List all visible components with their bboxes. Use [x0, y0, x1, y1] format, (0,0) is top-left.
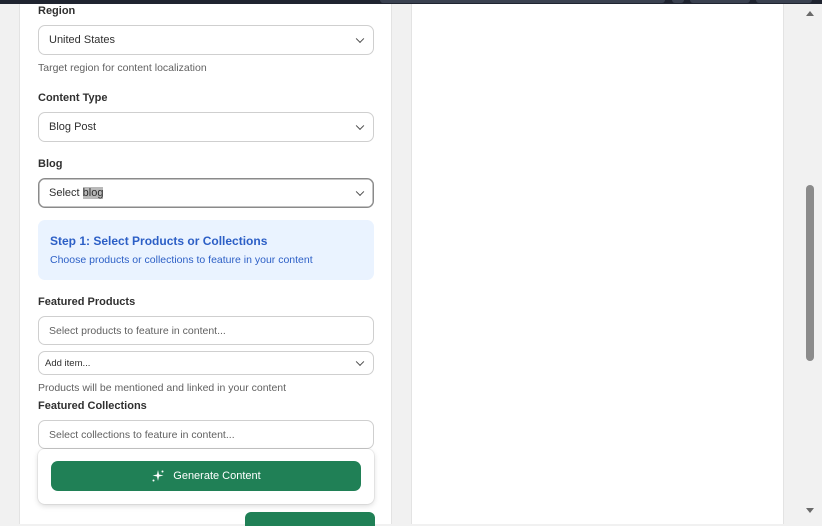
featured-collections-label: Featured Collections: [38, 400, 147, 412]
featured-collections-placeholder: Select collections to feature in content…: [49, 428, 235, 441]
blog-select[interactable]: Select blog: [38, 178, 374, 208]
region-value: United States: [49, 34, 116, 46]
sparkle-icon: [152, 470, 164, 482]
region-helper-text: Target region for content localization: [38, 62, 207, 74]
content-type-label: Content Type: [38, 92, 108, 104]
generate-sticky-card: Generate Content: [38, 449, 374, 504]
primary-action-button-partial[interactable]: [245, 512, 375, 526]
region-select[interactable]: United States: [38, 25, 374, 55]
generate-content-label: Generate Content: [173, 470, 261, 482]
chevron-down-icon: [355, 357, 365, 367]
top-strip-segment: [690, 0, 750, 3]
scroll-down-arrow[interactable]: [806, 508, 814, 513]
scroll-up-arrow[interactable]: [806, 11, 814, 16]
top-strip-segment: [672, 0, 684, 3]
scrollbar-thumb[interactable]: [806, 185, 814, 361]
blog-value-prefix: Select: [49, 187, 83, 199]
step1-title: Step 1: Select Products or Collections: [50, 234, 268, 248]
top-strip-segment: [380, 0, 665, 3]
top-strip-segment: [756, 0, 812, 3]
featured-products-helper: Products will be mentioned and linked in…: [38, 382, 287, 394]
blog-value-selected-text: blog: [82, 187, 104, 199]
featured-products-placeholder: Select products to feature in content...: [49, 324, 226, 337]
generate-content-button[interactable]: Generate Content: [51, 461, 361, 491]
chevron-down-icon: [355, 34, 365, 44]
featured-products-input[interactable]: Select products to feature in content...: [38, 316, 374, 345]
content-type-select[interactable]: Blog Post: [38, 112, 374, 142]
featured-collections-input[interactable]: Select collections to feature in content…: [38, 420, 374, 449]
settings-panel: Region United States Target region for c…: [19, 4, 392, 526]
step1-info-banner: Step 1: Select Products or Collections C…: [38, 220, 374, 280]
content-type-value: Blog Post: [49, 121, 97, 133]
vertical-scrollbar[interactable]: [803, 4, 817, 520]
step1-description: Choose products or collections to featur…: [50, 254, 313, 266]
region-label: Region: [38, 5, 76, 17]
add-item-label: Add item...: [45, 357, 91, 369]
featured-products-label: Featured Products: [38, 296, 136, 308]
chevron-down-icon: [355, 121, 365, 131]
preview-panel: [411, 4, 784, 524]
chevron-down-icon: [355, 187, 365, 197]
add-product-item-select[interactable]: Add item...: [38, 351, 374, 375]
blog-label: Blog: [38, 158, 63, 170]
